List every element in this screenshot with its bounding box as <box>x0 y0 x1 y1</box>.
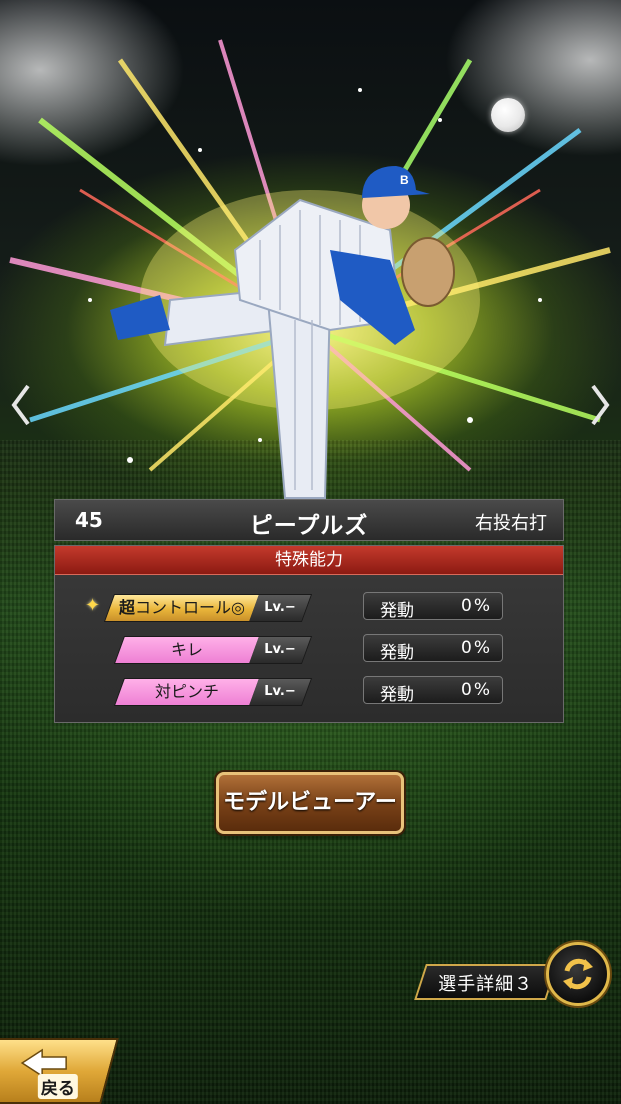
player-detail-label: 選手詳細３ <box>438 974 534 995</box>
activation-value: 0% <box>461 680 492 700</box>
game-background: B 45 ピープルズ 右投右打 特殊能力 ✦ Lv.− 超コントロール◎ 発動 … <box>0 0 621 1104</box>
ability-name: キレ <box>170 640 203 659</box>
player-detail-button[interactable]: 選手詳細３ <box>414 964 558 1000</box>
activation-box: 発動 0% <box>363 676 503 705</box>
ability-skill-badge: Lv.− 超コントロール◎ <box>103 594 313 622</box>
refresh-arrows-icon <box>563 958 593 990</box>
player-illustration: B <box>110 166 455 499</box>
previous-player-arrow-icon[interactable] <box>6 380 36 430</box>
special-ability-panel: 特殊能力 ✦ Lv.− 超コントロール◎ 発動 0% Lv.− キレ 発動 0%… <box>54 545 564 723</box>
model-viewer-button[interactable]: モデルビューアー <box>216 772 404 834</box>
ability-row[interactable]: ✦ Lv.− 超コントロール◎ 発動 0% <box>55 590 565 624</box>
ability-level: Lv.− <box>264 600 296 615</box>
activation-label: 発動 <box>380 643 414 663</box>
ability-level: Lv.− <box>264 642 296 657</box>
next-player-arrow-icon[interactable] <box>585 380 615 430</box>
sparkle-icon: ✦ <box>85 595 101 616</box>
throws-bats: 右投右打 <box>475 513 547 534</box>
ability-name: 対ピンチ <box>154 682 219 701</box>
activation-label: 発動 <box>380 601 414 621</box>
svg-text:B: B <box>400 173 409 187</box>
baseball <box>491 98 525 132</box>
ability-skill-badge: Lv.− キレ <box>113 636 313 664</box>
activation-value: 0% <box>461 638 492 658</box>
activation-box: 発動 0% <box>363 634 503 663</box>
activation-value: 0% <box>461 596 492 616</box>
ability-level: Lv.− <box>264 684 296 699</box>
ability-row[interactable]: Lv.− 対ピンチ 発動 0% <box>55 674 565 708</box>
special-ability-header: 特殊能力 <box>55 546 563 575</box>
super-prefix: 超 <box>119 598 136 617</box>
activation-box: 発動 0% <box>363 592 503 621</box>
switch-button[interactable] <box>546 942 610 1006</box>
activation-label: 発動 <box>380 685 414 705</box>
back-button[interactable]: 戻る <box>0 1038 119 1104</box>
player-name-bar: 45 ピープルズ 右投右打 <box>54 499 564 541</box>
ability-row[interactable]: Lv.− キレ 発動 0% <box>55 632 565 666</box>
back-label: 戻る <box>37 1074 78 1099</box>
ability-skill-badge: Lv.− 対ピンチ <box>113 678 313 706</box>
ability-name: コントロール◎ <box>135 598 245 617</box>
